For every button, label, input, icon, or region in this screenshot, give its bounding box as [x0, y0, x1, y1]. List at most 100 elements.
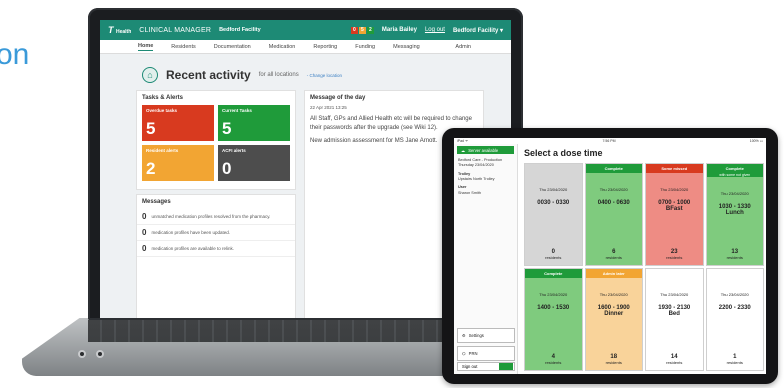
dose-date: Thu 23/04/2020 — [539, 187, 568, 192]
dose-status: Admin later — [585, 269, 642, 278]
dose-grid: Thu 23/04/2020 0030 - 0330 0 residents Compl… — [524, 163, 764, 371]
dose-meal: Lunch — [725, 210, 744, 216]
sync-toggle[interactable] — [499, 363, 513, 370]
tile-value: 5 — [146, 119, 156, 138]
tasks-panel: Tasks & Alerts Overdue tasks 5 Current Tas… — [136, 90, 296, 190]
sign-out-label: Sign out — [462, 364, 478, 369]
prn-button[interactable]: ⌬ PRN — [457, 346, 515, 361]
pill-icon: ⌬ — [462, 351, 466, 356]
message-count: 0 — [142, 228, 147, 237]
residents-label: residents — [666, 255, 683, 260]
message-count: 0 — [142, 212, 147, 221]
tile-label: Resident alerts — [146, 148, 179, 153]
alert-badges[interactable]: 0 5 2 — [350, 26, 374, 34]
tablet-device: iPad ᯤ 7:56 PM 100% ▭ ☁ Server available… — [442, 128, 778, 384]
message-text: medication profiles have been updated. — [151, 230, 231, 235]
laptop-port — [78, 350, 86, 358]
laptop-port — [96, 350, 104, 358]
dose-date: Thu 23/04/2020 — [660, 187, 689, 192]
brand-logo[interactable]: T Health — [108, 25, 131, 35]
dose-date: Thu 23/04/2020 — [599, 292, 628, 297]
residents-label: residents — [545, 255, 562, 260]
message-text: unmatched medication profiles resolved f… — [151, 214, 271, 219]
nav-residents[interactable]: Residents — [171, 44, 195, 50]
app-topbar: T Health CLINICAL MANAGER Bedford Facili… — [100, 20, 511, 40]
dose-time: 0030 - 0330 — [537, 200, 570, 206]
task-tile[interactable]: Current Tasks 5 — [218, 105, 290, 141]
message-row[interactable]: 0 unmatched medication profiles resolved … — [137, 209, 295, 225]
tablet-sidebar: ☁ Server available Bedford Care - Produc… — [454, 144, 518, 374]
tile-label: Overdue tasks — [146, 108, 178, 113]
dose-date: Thu 23/04/2020 — [720, 191, 749, 196]
status-battery: 100% ▭ — [749, 139, 763, 143]
gear-icon: ⚙ — [462, 333, 466, 338]
badge[interactable]: 0 — [350, 26, 358, 34]
nav-messaging[interactable]: Messaging — [393, 44, 420, 50]
dose-meal: Bed — [668, 311, 680, 317]
page-title: Recent activity — [166, 68, 251, 82]
dose-time-cell[interactable]: Some missed Thu 23/04/2020 0700 - 1000 BFas… — [645, 163, 704, 266]
change-location-link[interactable]: - Change location — [307, 73, 342, 78]
dose-date: Thu 23/04/2020 — [720, 292, 749, 297]
prn-label: PRN — [468, 351, 478, 356]
tasks-title: Tasks & Alerts — [142, 95, 184, 101]
dose-time-cell[interactable]: Complete Thu 23/04/2020 1400 - 1530 4 reside… — [524, 268, 583, 371]
dose-status: Complete — [585, 164, 642, 173]
cloud-icon: ☁ — [461, 147, 466, 153]
tile-value: 2 — [146, 159, 156, 178]
dose-meal: BFast — [665, 206, 683, 212]
dose-status: Some missed — [646, 164, 703, 173]
message-row[interactable]: 0 medication profiles are available to re… — [137, 241, 295, 257]
dose-time-cell[interactable]: Admin later Thu 23/04/2020 1600 - 1900 Dinn… — [584, 268, 643, 371]
settings-button[interactable]: ⚙ Settings — [457, 328, 515, 343]
dose-time-cell[interactable]: Thu 23/04/2020 2200 - 2330 1 residents — [705, 268, 764, 371]
dose-date: Thu 23/04/2020 — [599, 187, 628, 192]
nav-medication[interactable]: Medication — [269, 44, 296, 50]
tile-label: Current Tasks — [222, 108, 252, 113]
dose-time: 0400 - 0630 — [597, 200, 630, 206]
messages-title: Messages — [142, 199, 171, 205]
dose-time-cell[interactable]: Thu 23/04/2020 1930 - 2130 Bed 14 residents — [645, 268, 704, 371]
message-count: 0 — [142, 244, 147, 253]
dose-date: Thu 23/04/2020 — [539, 292, 568, 297]
nav-documentation[interactable]: Documentation — [214, 44, 251, 50]
task-tile[interactable]: ACFI alerts 0 — [218, 145, 290, 181]
nav-admin[interactable]: Admin — [455, 44, 471, 50]
current-date: Thursday 23/04/2020 — [458, 163, 494, 168]
task-tile[interactable]: Resident alerts 2 — [142, 145, 214, 181]
message-row[interactable]: 0 medication profiles have been updated. — [137, 225, 295, 241]
badge[interactable]: 2 — [366, 26, 374, 34]
nav-reporting[interactable]: Reporting — [313, 44, 337, 50]
dose-status: Complete — [525, 269, 582, 278]
user-name: Sharon Smith — [458, 190, 482, 195]
trolley-name: Upstairs North Trolley — [458, 176, 495, 181]
tile-label: ACFI alerts — [222, 148, 246, 153]
status-left: iPad ᯤ — [457, 138, 469, 143]
badge[interactable]: 5 — [358, 26, 366, 34]
dose-time-cell[interactable]: Complete Thu 23/04/2020 0400 - 0630 6 reside… — [584, 163, 643, 266]
user-name: Maria Bailey — [381, 27, 417, 33]
server-label: Server available — [468, 147, 499, 153]
logout-link[interactable]: Log out — [425, 27, 445, 33]
messages-panel: Messages 0 unmatched medication profiles … — [136, 194, 296, 318]
page-header: ⌂ Recent activity for all locations - Ch… — [100, 54, 511, 88]
page-subtitle: for all locations — [258, 72, 299, 78]
dose-status-empty — [646, 269, 703, 278]
nav-home[interactable]: Home — [138, 43, 154, 51]
dose-time: 1400 - 1530 — [537, 305, 570, 311]
background-text: on — [0, 38, 30, 71]
dose-time-cell[interactable]: Complete with some not given Thu 23/04/202… — [705, 163, 764, 266]
dose-substatus: with some not given — [706, 173, 763, 177]
sign-out-button[interactable]: Sign out — [457, 362, 515, 371]
residents-label: residents — [726, 255, 743, 260]
message-text: medication profiles are available to rel… — [151, 246, 234, 251]
dose-time-cell[interactable]: Thu 23/04/2020 0030 - 0330 0 residents — [524, 163, 583, 266]
tile-value: 0 — [222, 159, 232, 178]
task-tile[interactable]: Overdue tasks 5 — [142, 105, 214, 141]
nav-funding[interactable]: Funding — [355, 44, 375, 50]
tablet-screen: iPad ᯤ 7:56 PM 100% ▭ ☁ Server available… — [454, 138, 766, 374]
dose-status: Complete — [706, 164, 763, 173]
app-title: CLINICAL MANAGER — [139, 26, 212, 34]
facility-menu[interactable]: Bedford Facility ▾ — [453, 27, 503, 34]
residents-label: residents — [545, 360, 562, 365]
